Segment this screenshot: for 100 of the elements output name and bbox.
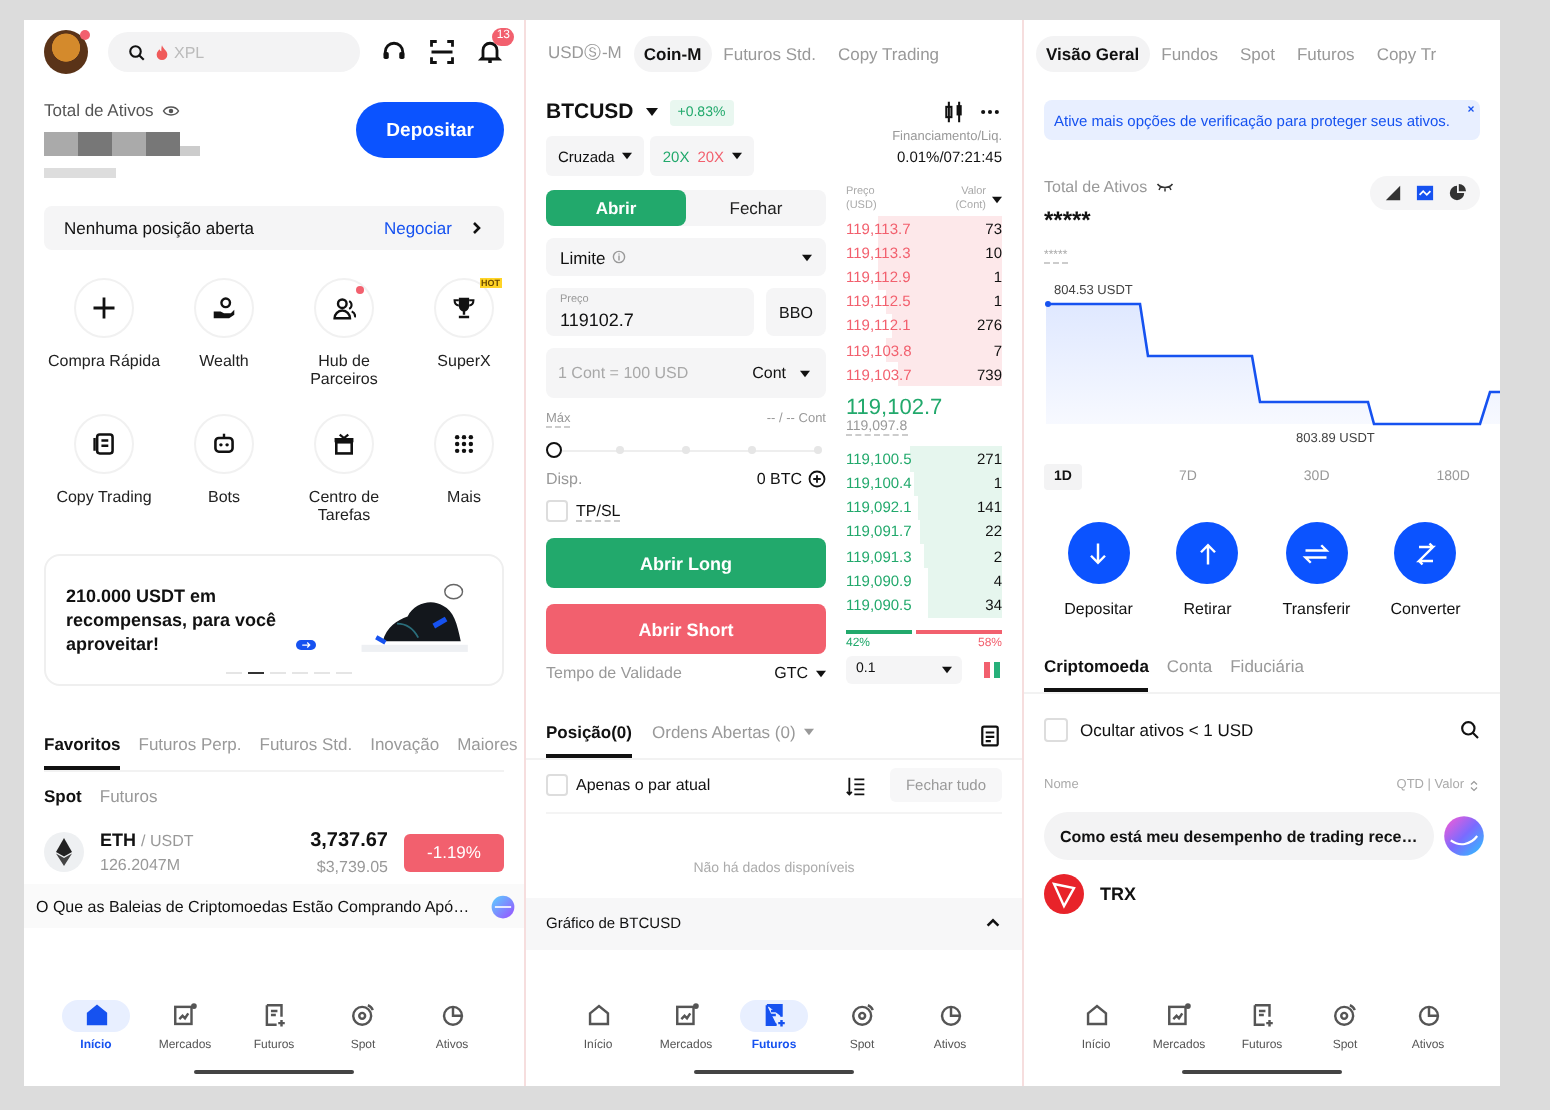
assistant-icon[interactable] xyxy=(1441,814,1486,858)
position-tab[interactable]: Ordens Abertas (0) xyxy=(652,713,814,758)
caret-icon[interactable] xyxy=(800,370,810,378)
document-icon[interactable] xyxy=(978,723,1002,748)
shortcut-label: Bots xyxy=(205,488,242,506)
unit-dropdown[interactable]: Cont xyxy=(752,364,786,382)
shortcut-label: Wealth xyxy=(197,352,251,370)
caret-icon[interactable] xyxy=(942,665,952,674)
current-pair-label: Apenas o par atual xyxy=(576,776,711,795)
price-text: 3,737.67 xyxy=(310,829,388,851)
chevron-right-icon[interactable] xyxy=(468,220,484,236)
chart-icon xyxy=(673,1002,699,1028)
hidden-eye-icon[interactable] xyxy=(1155,178,1174,196)
market-tab[interactable]: Inovação xyxy=(370,724,440,770)
market-tab[interactable]: Maiores xyxy=(457,724,518,770)
symbol-selector[interactable]: BTCUSD xyxy=(546,100,634,124)
open-short-button[interactable]: Abrir Short xyxy=(546,604,826,654)
caret-icon[interactable] xyxy=(622,152,633,160)
robot-icon xyxy=(212,432,236,456)
plus-circle-icon[interactable] xyxy=(808,470,826,488)
assistant-icon[interactable] xyxy=(489,893,516,919)
shortcut-button[interactable] xyxy=(314,414,374,474)
shortcut-button[interactable] xyxy=(314,278,374,338)
arrow-badge[interactable] xyxy=(296,640,316,650)
market-tab[interactable]: Futuros Std. xyxy=(259,724,353,770)
coin-symbol: TRX xyxy=(1100,884,1136,904)
asset-type-tab[interactable]: Fiduciária xyxy=(1230,646,1304,692)
action-label: Retirar xyxy=(1183,600,1232,618)
search-icon[interactable] xyxy=(1460,720,1480,740)
product-tab[interactable]: Copy Trading xyxy=(827,36,950,72)
shortcut-button[interactable] xyxy=(74,278,134,338)
assets-tab[interactable]: Visão Geral xyxy=(1036,36,1150,72)
document-icon xyxy=(1249,1002,1275,1028)
trade-link[interactable]: Negociar xyxy=(383,218,452,238)
action-button[interactable] xyxy=(1176,522,1239,584)
target-icon xyxy=(350,1002,376,1028)
assistant-prompt[interactable]: Como está meu desempenho de trading rece… xyxy=(1044,812,1434,860)
open-long-button[interactable]: Abrir Long xyxy=(546,538,826,588)
home-icon xyxy=(585,1002,611,1028)
checkbox[interactable] xyxy=(546,500,568,522)
action-button[interactable] xyxy=(1067,522,1130,584)
assets-tab[interactable]: Futuros xyxy=(1286,36,1365,72)
area-chart-icon[interactable] xyxy=(1384,184,1402,202)
market-subtab[interactable]: Spot xyxy=(44,786,82,806)
shortcut-button[interactable] xyxy=(434,414,494,474)
product-tab[interactable]: USDⓈ-M xyxy=(538,34,632,74)
change-badge[interactable]: -1.19% xyxy=(404,833,504,871)
pie-chart-icon[interactable] xyxy=(1448,184,1466,202)
checkbox[interactable] xyxy=(546,774,568,797)
available-value: 0 BTC xyxy=(756,470,802,488)
sort-icon[interactable] xyxy=(845,775,866,796)
caret-icon[interactable] xyxy=(732,152,743,160)
chevron-up-icon[interactable] xyxy=(984,914,1002,933)
market-tab[interactable]: Favoritos xyxy=(44,724,121,770)
side-tab[interactable]: Abrir xyxy=(546,190,686,226)
coin-icon xyxy=(1044,874,1084,914)
validity-dropdown[interactable]: GTC xyxy=(774,664,826,682)
product-tab[interactable]: Futuros Std. xyxy=(713,36,826,72)
scan-icon[interactable] xyxy=(428,38,456,66)
assets-tab[interactable]: Copy Tr xyxy=(1366,36,1447,72)
caret-icon[interactable] xyxy=(992,195,1002,203)
assets-tab[interactable]: Fundos xyxy=(1151,36,1228,72)
pie-chart-icon xyxy=(439,1002,465,1028)
deposit-button[interactable]: Depositar xyxy=(356,102,504,158)
candlestick-icon[interactable] xyxy=(942,100,966,124)
shortcut-button[interactable] xyxy=(194,414,254,474)
avatar[interactable] xyxy=(44,30,88,74)
flame-icon xyxy=(154,44,170,60)
caret-icon[interactable] xyxy=(816,669,826,677)
caret-icon[interactable] xyxy=(645,106,658,118)
product-tab[interactable]: Coin-M xyxy=(633,36,712,72)
asset-type-tab[interactable]: Criptomoeda xyxy=(1044,646,1149,692)
assets-tab[interactable]: Spot xyxy=(1229,36,1285,72)
search-field[interactable]: XPL xyxy=(108,32,360,72)
info-icon[interactable] xyxy=(611,250,626,264)
checkbox[interactable] xyxy=(1044,718,1068,742)
home-icon xyxy=(1083,1002,1109,1028)
market-tab[interactable]: Futuros Perp. xyxy=(138,724,242,770)
bell-icon[interactable] xyxy=(476,38,504,66)
market-subtab[interactable]: Futuros xyxy=(99,786,158,806)
caret-icon[interactable] xyxy=(802,253,812,261)
side-tab[interactable]: Fechar xyxy=(686,190,826,226)
home-icon xyxy=(83,1002,109,1028)
news-bar[interactable]: O Que as Baleias de Criptomoedas Estão Comprando Apó… xyxy=(24,884,524,928)
close-icon[interactable] xyxy=(1466,104,1476,114)
action-button[interactable] xyxy=(1285,522,1348,584)
bbo-button[interactable]: BBO xyxy=(766,288,826,336)
total-assets-label: Total de Ativos xyxy=(1044,178,1148,196)
eye-icon[interactable] xyxy=(161,101,180,119)
volume-text: 126.2047M xyxy=(100,856,183,874)
position-tab[interactable]: Posição(0) xyxy=(546,713,632,758)
shortcut-button[interactable] xyxy=(74,414,134,474)
promo-banner[interactable]: 210.000 USDT em recompensas, para você aproveitar! xyxy=(44,554,504,686)
available-label: Disp. xyxy=(546,470,583,488)
asset-type-tab[interactable]: Conta xyxy=(1166,646,1213,692)
tpsl-label: TP/SL xyxy=(576,501,621,521)
book-layout-icon[interactable] xyxy=(982,659,1002,680)
order-type-dropdown[interactable]: Limite xyxy=(546,238,826,276)
shortcut-button[interactable] xyxy=(194,278,254,338)
action-button[interactable] xyxy=(1394,522,1457,584)
